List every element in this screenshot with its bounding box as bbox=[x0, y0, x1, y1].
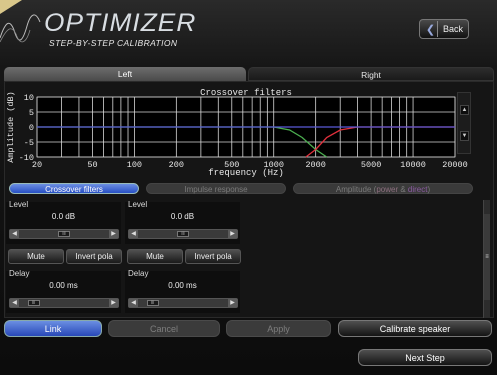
view-impulse-response[interactable]: Impulse response bbox=[146, 183, 286, 194]
link-button[interactable]: Link bbox=[4, 320, 102, 337]
slider-right-arrow-icon[interactable]: ▶ bbox=[228, 230, 237, 238]
slider-left-arrow-icon[interactable]: ◀ bbox=[10, 299, 19, 307]
y-tick-label: -10 bbox=[19, 153, 34, 163]
x-axis-label: frequency (Hz) bbox=[208, 168, 284, 178]
invert-polarity-button-left[interactable]: Invert pola bbox=[66, 249, 122, 264]
slider-left-arrow-icon[interactable]: ◀ bbox=[10, 230, 19, 238]
delay-slider-left[interactable]: ◀ iii ▶ bbox=[9, 298, 119, 308]
y-tick-label: -5 bbox=[24, 138, 34, 148]
amplitude-label-prefix: Amplitude ( bbox=[335, 185, 377, 194]
scroll-up-button[interactable]: ▲ bbox=[460, 105, 469, 115]
scrollbar-thumb[interactable]: ≡ bbox=[484, 214, 490, 300]
level-slider-right[interactable]: ◀ iii ▶ bbox=[128, 229, 238, 239]
view-amplitude[interactable]: Amplitude (power & direct) bbox=[293, 183, 473, 194]
cancel-button[interactable]: Cancel bbox=[108, 320, 220, 337]
slider-right-arrow-icon[interactable]: ▶ bbox=[109, 299, 118, 307]
x-tick-label: 50 bbox=[87, 160, 97, 170]
next-step-button[interactable]: Next Step bbox=[358, 349, 492, 366]
y-tick-label: 5 bbox=[29, 108, 34, 118]
app-subtitle: STEP-BY-STEP CALIBRATION bbox=[49, 38, 178, 48]
x-tick-label: 20000 bbox=[442, 160, 468, 170]
amplitude-label-direct: direct bbox=[407, 185, 428, 194]
mute-button-right[interactable]: Mute bbox=[127, 249, 183, 264]
optimizer-window: OPTIMIZER STEP-BY-STEP CALIBRATION ❮ Bac… bbox=[0, 0, 497, 375]
app-title: OPTIMIZER bbox=[44, 9, 197, 37]
slider-thumb[interactable]: iii bbox=[27, 300, 40, 306]
x-tick-label: 2000 bbox=[305, 160, 325, 170]
amplitude-label-suffix: ) bbox=[427, 185, 431, 194]
level-label-right: Level bbox=[128, 200, 148, 209]
back-label: Back bbox=[442, 24, 463, 34]
x-tick-label: 10000 bbox=[400, 160, 426, 170]
delay-value-right: 0.00 ms bbox=[168, 281, 197, 290]
amplitude-label-amp: & bbox=[398, 185, 408, 194]
slider-right-arrow-icon[interactable]: ▶ bbox=[228, 299, 237, 307]
chart-scrollbar[interactable]: ▲ ▼ bbox=[457, 92, 471, 154]
y-tick-label: 0 bbox=[29, 123, 34, 133]
level-value-right: 0.0 dB bbox=[170, 212, 195, 221]
slider-right-arrow-icon[interactable]: ▶ bbox=[109, 230, 118, 238]
x-tick-label: 5000 bbox=[361, 160, 381, 170]
arrow-left-icon: ❮ bbox=[424, 21, 438, 37]
slider-thumb[interactable]: iii bbox=[58, 231, 70, 237]
level-group-left: Level 0.0 dB ◀ iii ▶ bbox=[6, 200, 121, 244]
slider-thumb[interactable]: iii bbox=[146, 300, 159, 306]
calibrate-speaker-button[interactable]: Calibrate speaker bbox=[338, 320, 492, 337]
slider-thumb[interactable]: iii bbox=[177, 231, 189, 237]
slider-left-arrow-icon[interactable]: ◀ bbox=[129, 230, 138, 238]
amplitude-label-power: power bbox=[376, 185, 399, 194]
y-tick-label: 10 bbox=[24, 93, 34, 103]
delay-label-right: Delay bbox=[128, 269, 149, 278]
back-button[interactable]: ❮ Back bbox=[419, 19, 469, 39]
tab-right[interactable]: Right bbox=[248, 67, 494, 81]
x-tick-label: 200 bbox=[169, 160, 184, 170]
delay-group-left: Delay 0.00 ms ◀ iii ▶ bbox=[6, 269, 121, 313]
crossover-chart: 20 50 100 200 500 1000 2000 5000 10000 200001050-… bbox=[6, 88, 468, 178]
delay-group-right: Delay 0.00 ms ◀ iii ▶ bbox=[125, 269, 240, 313]
tab-left[interactable]: Left bbox=[4, 67, 246, 81]
delay-value-left: 0.00 ms bbox=[49, 281, 78, 290]
level-label-left: Level bbox=[9, 200, 29, 209]
apply-button[interactable]: Apply bbox=[226, 320, 331, 337]
level-value-left: 0.0 dB bbox=[51, 212, 76, 221]
scroll-down-button[interactable]: ▼ bbox=[460, 131, 469, 141]
level-slider-left[interactable]: ◀ iii ▶ bbox=[9, 229, 119, 239]
mute-button-left[interactable]: Mute bbox=[8, 249, 64, 264]
y-axis-label: Amplitude (dB) bbox=[6, 91, 16, 162]
level-group-right: Level 0.0 dB ◀ iii ▶ bbox=[125, 200, 240, 244]
view-crossover-filters[interactable]: Crossover filters bbox=[9, 183, 139, 194]
panel-scrollbar[interactable]: ≡ bbox=[483, 200, 490, 318]
delay-slider-right[interactable]: ◀ iii ▶ bbox=[128, 298, 238, 308]
delay-label-left: Delay bbox=[9, 269, 30, 278]
slider-left-arrow-icon[interactable]: ◀ bbox=[129, 299, 138, 307]
x-tick-label: 100 bbox=[127, 160, 142, 170]
chart-title: Crossover filters bbox=[200, 88, 292, 98]
invert-polarity-button-right[interactable]: Invert pola bbox=[185, 249, 241, 264]
